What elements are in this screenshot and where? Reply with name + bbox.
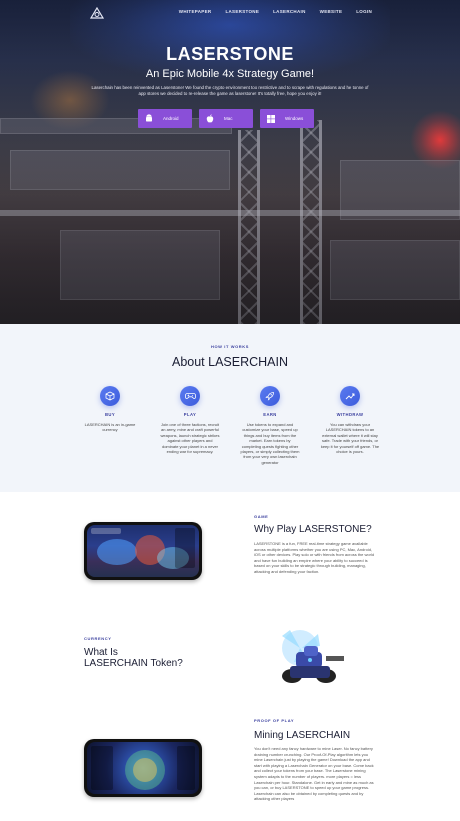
currency-eyebrow: Currency bbox=[84, 636, 112, 641]
android-label: Android bbox=[163, 116, 179, 121]
mining-eyebrow: Proof of play bbox=[254, 718, 295, 723]
currency-title: What Is LASERCHAIN Token? bbox=[84, 647, 183, 669]
feature-title: BUY bbox=[104, 412, 116, 417]
why-title: Why Play LASERSTONE? bbox=[254, 524, 372, 535]
gamepad-icon bbox=[180, 386, 200, 406]
nav-link-website[interactable]: Website bbox=[320, 9, 343, 14]
windows-label: Windows bbox=[285, 116, 304, 121]
chart-icon bbox=[340, 386, 360, 406]
nav-link-whitepaper[interactable]: Whitepaper bbox=[179, 9, 212, 14]
nav-link-laserchain[interactable]: LaserChain bbox=[273, 9, 306, 14]
mining-screenshot bbox=[87, 742, 199, 794]
mac-label: Mac bbox=[224, 116, 233, 121]
game-scene bbox=[97, 539, 137, 565]
mining-text: You don't need any fancy hardware to min… bbox=[254, 746, 374, 802]
feature-buy: BUY LASERCHAIN is an in-game currency bbox=[80, 386, 140, 465]
download-buttons: Android Mac Windows bbox=[138, 109, 314, 128]
windows-icon bbox=[266, 114, 275, 123]
hero-description: Laserchain has been reinvented as Lasers… bbox=[91, 85, 369, 96]
nav-links: Whitepaper LaserStone LaserChain Website… bbox=[179, 9, 372, 14]
feature-text: Join one of three factions, recruit an a… bbox=[160, 422, 220, 455]
feature-title: EARN bbox=[263, 412, 277, 417]
logo-icon[interactable] bbox=[89, 6, 105, 19]
hero-section: Whitepaper LaserStone LaserChain Website… bbox=[0, 0, 460, 324]
feature-text: Use tokens to expand and customize your … bbox=[240, 422, 300, 465]
about-eyebrow: How it works bbox=[210, 344, 250, 349]
feature-title: WITHDRAW bbox=[336, 412, 364, 417]
currency-section: Currency What Is LASERCHAIN Token? bbox=[0, 622, 460, 704]
game-screenshot-phone bbox=[84, 522, 202, 580]
feature-earn: EARN Use tokens to expand and customize … bbox=[240, 386, 300, 465]
about-title: About LASERCHAIN bbox=[171, 355, 289, 369]
android-download-button[interactable]: Android bbox=[138, 109, 192, 128]
feature-withdraw: WITHDRAW You can withdraw your LASERCHAI… bbox=[320, 386, 380, 465]
hero-subtitle: An Epic Mobile 4x Strategy Game! bbox=[145, 68, 315, 80]
mining-section: Proof of play Mining LASERCHAIN You don'… bbox=[0, 704, 460, 821]
game-hud bbox=[175, 528, 195, 568]
about-section: How it works About LASERCHAIN BUY LASERC… bbox=[0, 324, 460, 492]
mining-title: Mining LASERCHAIN bbox=[254, 730, 351, 741]
nav-link-login[interactable]: Login bbox=[356, 9, 372, 14]
why-text: LASERSTONE is a fun, FREE real-time stra… bbox=[254, 541, 375, 574]
nav-link-laserstone[interactable]: LaserStone bbox=[225, 9, 259, 14]
planet-map bbox=[133, 758, 157, 782]
mech-unit-image bbox=[260, 626, 350, 692]
hero-title: LASERSTONE bbox=[166, 44, 294, 64]
game-hud bbox=[91, 528, 121, 534]
windows-download-button[interactable]: Windows bbox=[260, 109, 314, 128]
why-play-section: Game Why Play LASERSTONE? LASERSTONE is … bbox=[0, 492, 460, 622]
mac-download-button[interactable]: Mac bbox=[199, 109, 253, 128]
mining-screenshot-phone bbox=[84, 739, 202, 797]
game-hud bbox=[177, 746, 195, 790]
feature-title: PLAY bbox=[183, 412, 197, 417]
game-hud bbox=[91, 746, 113, 790]
feature-play: PLAY Join one of three factions, recruit… bbox=[160, 386, 220, 465]
game-screenshot bbox=[87, 525, 199, 577]
feature-list: BUY LASERCHAIN is an in-game currency PL… bbox=[80, 386, 380, 465]
feature-text: LASERCHAIN is an in-game currency bbox=[84, 422, 136, 433]
top-nav: Whitepaper LaserStone LaserChain Website… bbox=[0, 0, 460, 24]
apple-icon bbox=[205, 114, 214, 123]
rocket-icon bbox=[260, 386, 280, 406]
feature-text: You can withdraw your LASERCHAIN tokens … bbox=[320, 422, 380, 455]
cube-icon bbox=[100, 386, 120, 406]
why-eyebrow: Game bbox=[254, 514, 269, 519]
android-icon bbox=[144, 114, 153, 123]
